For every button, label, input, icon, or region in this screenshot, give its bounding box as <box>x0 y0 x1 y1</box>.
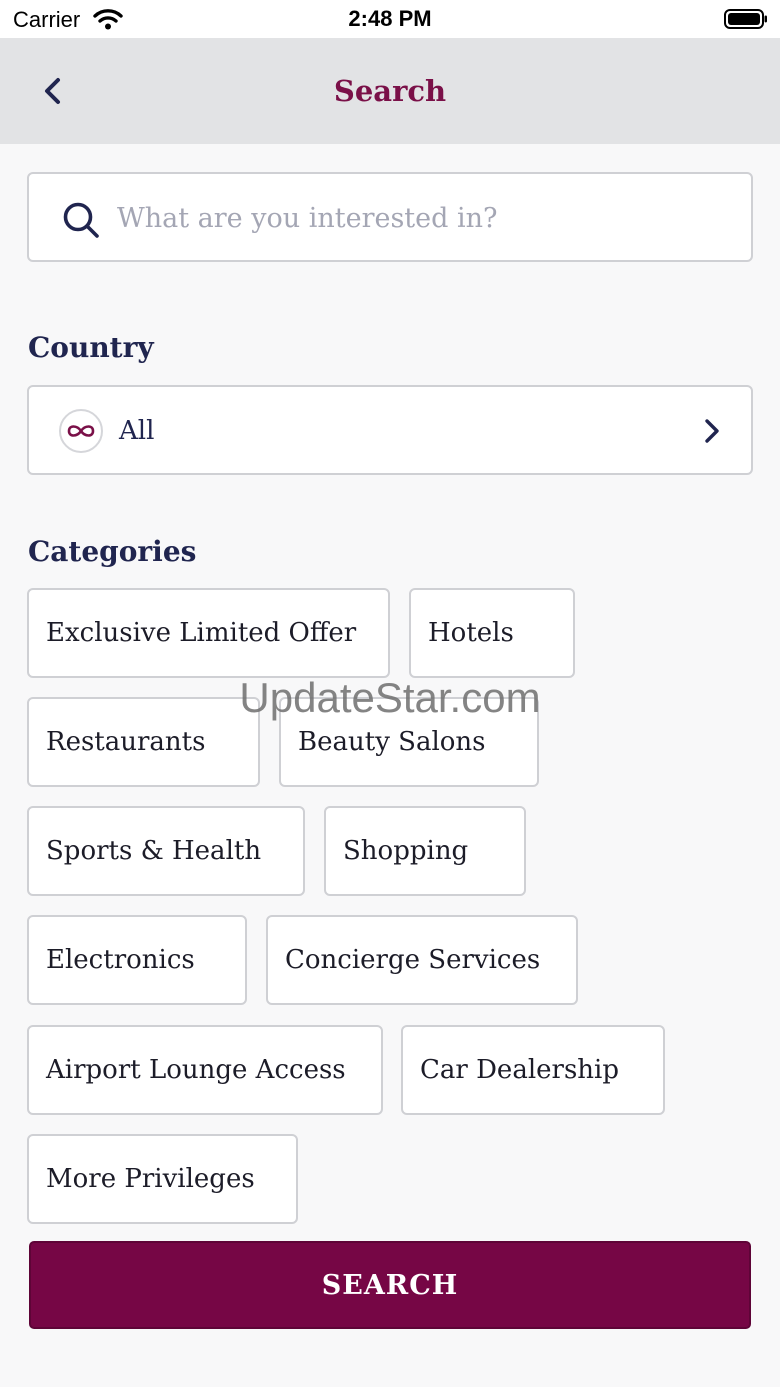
search-button[interactable]: SEARCH <box>29 1241 751 1329</box>
category-chip-restaurants[interactable]: Restaurants <box>27 697 260 787</box>
category-chip-airport-lounge-access[interactable]: Airport Lounge Access <box>27 1025 383 1115</box>
battery-icon <box>724 9 767 29</box>
category-chip-beauty-salons[interactable]: Beauty Salons <box>279 697 539 787</box>
page-title: Search <box>333 74 447 108</box>
nav-bar: Search <box>0 38 780 144</box>
country-badge <box>59 409 103 453</box>
category-chip-exclusive-limited-offer[interactable]: Exclusive Limited Offer <box>27 588 390 678</box>
search-input[interactable] <box>117 192 717 244</box>
country-select[interactable]: All <box>27 385 753 475</box>
status-bar: Carrier 2:48 PM <box>0 0 780 38</box>
status-time: 2:48 PM <box>348 6 432 31</box>
infinity-icon <box>67 425 95 437</box>
category-chip-more-privileges[interactable]: More Privileges <box>27 1134 298 1224</box>
category-chip-shopping[interactable]: Shopping <box>324 806 526 896</box>
country-value: All <box>119 416 155 446</box>
categories-heading: Categories <box>28 535 197 568</box>
category-chip-hotels[interactable]: Hotels <box>409 588 575 678</box>
country-heading: Country <box>28 331 154 364</box>
category-chip-concierge-services[interactable]: Concierge Services <box>266 915 578 1005</box>
search-box[interactable] <box>27 172 753 262</box>
category-chip-sports-health[interactable]: Sports & Health <box>27 806 305 896</box>
category-chip-electronics[interactable]: Electronics <box>27 915 247 1005</box>
category-chip-car-dealership[interactable]: Car Dealership <box>401 1025 665 1115</box>
search-icon <box>63 202 99 238</box>
chevron-right-icon <box>705 419 719 443</box>
